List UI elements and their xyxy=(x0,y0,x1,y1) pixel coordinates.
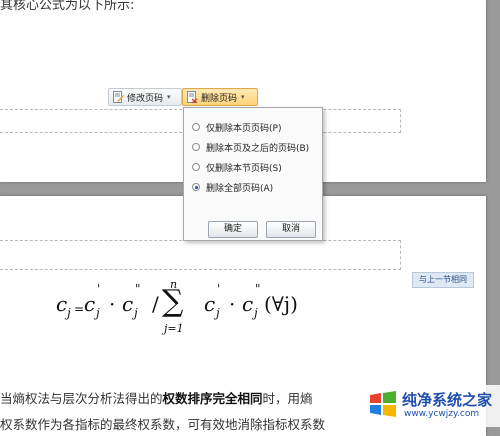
formula-sub: j xyxy=(96,306,100,320)
watermark: 纯净系统之家 www.ycwjzy.com xyxy=(362,385,500,427)
menu-item-label: 删除全部页码(A) xyxy=(206,183,274,194)
chevron-down-icon: ▾ xyxy=(241,93,245,101)
body-text-line-1: 当熵权法与层次分析法得出的权数排序完全相同时，用熵 xyxy=(0,388,313,407)
menu-item-delete-this-and-after[interactable]: 删除本页及之后的页码(B) xyxy=(192,139,309,155)
ok-button[interactable]: 确定 xyxy=(208,221,258,238)
formula-sum-sign: ∑ xyxy=(162,284,184,319)
body-text-line-2: 权系数作为各指标的最终权系数，可有效地消除指标权系数 xyxy=(0,417,326,432)
formula-sub: j xyxy=(254,306,258,320)
radio-icon[interactable] xyxy=(192,163,200,171)
body-text-suffix: 时，用熵 xyxy=(262,391,313,406)
chevron-down-icon: ▾ xyxy=(167,93,171,101)
formula-sum-bottom: j=1 xyxy=(164,322,184,335)
radio-icon[interactable] xyxy=(192,123,200,131)
menu-item-label: 删除本页及之后的页码(B) xyxy=(206,143,310,154)
edit-page-number-button[interactable]: 修改页码 ▾ xyxy=(108,88,182,106)
formula-double-prime: " xyxy=(135,282,141,296)
body-text-prefix: 当熵权法与层次分析法得出的 xyxy=(0,391,163,406)
edit-page-number-icon xyxy=(113,91,124,103)
document-text-top: 其核心公式为以下所示: xyxy=(0,0,135,13)
formula-sub: j xyxy=(134,306,138,320)
edit-page-number-label: 修改页码 xyxy=(127,93,164,104)
same-as-previous-tag[interactable]: 与上一节相同 xyxy=(412,272,474,288)
formula-term: c xyxy=(84,292,96,316)
formula-prime: ' xyxy=(217,282,221,296)
windows-logo-icon xyxy=(370,391,396,417)
formula-slash: / xyxy=(152,292,159,316)
formula-lhs: c xyxy=(56,292,68,316)
formula-forall: (∀j) xyxy=(264,292,298,316)
formula-term: c xyxy=(122,292,134,316)
formula-prime: ' xyxy=(97,282,101,296)
header-area[interactable] xyxy=(0,240,401,270)
watermark-url: www.ycwjzy.com xyxy=(404,409,480,419)
delete-page-number-icon xyxy=(187,91,198,104)
formula-equals: = xyxy=(74,302,85,316)
formula-dot: · xyxy=(229,292,236,316)
delete-page-number-button[interactable]: 删除页码 ▾ xyxy=(182,88,258,106)
menu-item-delete-this-section[interactable]: 仅删除本节页码(S) xyxy=(192,159,282,175)
formula-term: c xyxy=(204,292,216,316)
formula-sub: j xyxy=(216,306,220,320)
menu-item-label: 仅删除本节页码(S) xyxy=(206,163,282,174)
radio-selected-icon[interactable] xyxy=(192,183,200,191)
delete-page-number-label: 删除页码 xyxy=(201,93,238,104)
menu-item-delete-all[interactable]: 删除全部页码(A) xyxy=(192,179,273,195)
menu-item-label: 仅删除本页页码(P) xyxy=(206,123,282,134)
formula-term: c xyxy=(242,292,254,316)
watermark-title: 纯净系统之家 xyxy=(402,391,493,409)
formula-lhs-sub: j xyxy=(67,306,71,320)
body-text-bold: 权数排序完全相同 xyxy=(162,391,263,406)
radio-icon[interactable] xyxy=(192,143,200,151)
menu-item-delete-this-page[interactable]: 仅删除本页页码(P) xyxy=(192,119,281,135)
formula-dot: · xyxy=(109,292,116,316)
cancel-button[interactable]: 取消 xyxy=(266,221,316,238)
formula: c j = c j ' · c j " / n ∑ j=1 c j ' · c … xyxy=(52,278,322,338)
formula-double-prime: " xyxy=(255,282,261,296)
delete-page-number-menu: 仅删除本页页码(P) 删除本页及之后的页码(B) 仅删除本节页码(S) 删除全部… xyxy=(183,107,323,241)
